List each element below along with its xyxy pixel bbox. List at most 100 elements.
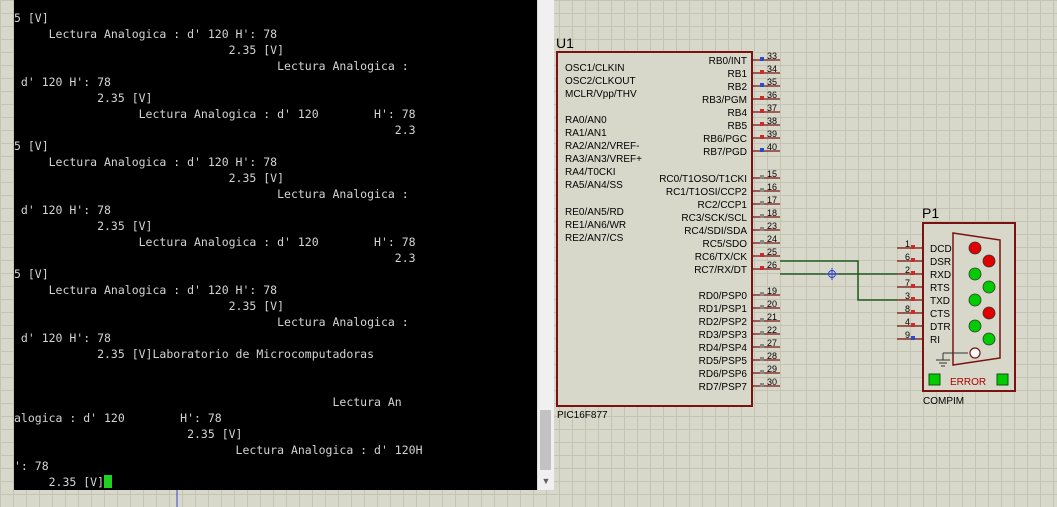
signal-led bbox=[982, 254, 996, 268]
u1-pin-number: 28 bbox=[767, 351, 777, 361]
pin-state-indicator bbox=[911, 258, 915, 262]
terminal-line: 2.35 [V] bbox=[14, 43, 285, 57]
u1-right-pin-label: RD6/PSP6 bbox=[699, 369, 748, 380]
terminal-scrollbar[interactable]: ▼ bbox=[537, 0, 554, 490]
u1-left-pin-label: RA4/T0CKI bbox=[565, 167, 616, 178]
u1-right-pin-label: RD2/PSP2 bbox=[699, 317, 748, 328]
u1-pin-number: 23 bbox=[767, 221, 777, 231]
u1-right-pin-label: RD7/PSP7 bbox=[699, 382, 748, 393]
p1-pin-label: RXD bbox=[930, 270, 951, 281]
pin-state-indicator bbox=[760, 109, 764, 113]
u1-reference: U1 bbox=[556, 35, 574, 51]
u1-pin-number: 38 bbox=[767, 116, 777, 126]
virtual-terminal-window[interactable]: 5 [V] Lectura Analogica : d' 120 H': 78 … bbox=[14, 0, 554, 490]
u1-right-pin-label: RC3/SCK/SCL bbox=[681, 213, 747, 224]
signal-led bbox=[968, 241, 982, 255]
u1-right-pin-label: RB3/PGM bbox=[702, 95, 747, 106]
p1-pin-number: 7 bbox=[905, 278, 910, 288]
pin-state-indicator bbox=[760, 201, 764, 205]
pin-state-indicator bbox=[911, 284, 915, 288]
pin-state-indicator bbox=[911, 245, 915, 249]
u1-pin-number: 37 bbox=[767, 103, 777, 113]
p1-pin-number: 8 bbox=[905, 304, 910, 314]
signal-led bbox=[982, 280, 996, 294]
pin-state-indicator bbox=[760, 214, 764, 218]
u1-pin-number: 19 bbox=[767, 286, 777, 296]
pin-state-indicator bbox=[760, 266, 764, 270]
pin-state-indicator bbox=[760, 135, 764, 139]
p1-error-label: ERROR bbox=[950, 377, 986, 388]
pin-state-indicator bbox=[760, 57, 764, 61]
terminal-line: 5 [V] bbox=[14, 267, 49, 281]
u1-left-pin-label: OSC2/CLKOUT bbox=[565, 76, 636, 87]
p1-pin-label: RI bbox=[930, 335, 940, 346]
u1-pin-number: 15 bbox=[767, 169, 777, 179]
terminal-line: Lectura Analogica : bbox=[14, 59, 409, 73]
pin-state-indicator bbox=[760, 344, 764, 348]
pin-state-indicator bbox=[760, 148, 764, 152]
u1-pin-number: 20 bbox=[767, 299, 777, 309]
u1-right-pin-label: RC7/RX/DT bbox=[694, 265, 747, 276]
signal-led bbox=[968, 293, 982, 307]
u1-pin-number: 18 bbox=[767, 208, 777, 218]
u1-left-pin-label: RA2/AN2/VREF- bbox=[565, 141, 639, 152]
terminal-line: Lectura An bbox=[14, 395, 402, 409]
wire-tx-to-txd[interactable] bbox=[780, 260, 897, 301]
u1-left-pin-label: RA1/AN1 bbox=[565, 128, 607, 139]
status-led-right bbox=[996, 373, 1009, 386]
u1-pin-number: 30 bbox=[767, 377, 777, 387]
pin-state-indicator bbox=[760, 188, 764, 192]
pin-state-indicator bbox=[760, 83, 764, 87]
pin-state-indicator bbox=[760, 331, 764, 335]
pin-state-indicator bbox=[760, 227, 764, 231]
u1-right-pin-label: RC2/CCP1 bbox=[698, 200, 748, 211]
pin-state-indicator bbox=[911, 336, 915, 340]
u1-right-pin-label: RD3/PSP3 bbox=[699, 330, 748, 341]
terminal-line: d' 120 H': 78 bbox=[14, 331, 111, 345]
terminal-line: d' 120 H': 78 bbox=[14, 203, 111, 217]
pin-state-indicator bbox=[911, 310, 915, 314]
p1-pin-label: TXD bbox=[930, 296, 950, 307]
terminal-line: Lectura Analogica : d' 120 H': 78 bbox=[14, 283, 278, 297]
u1-left-pin-label: MCLR/Vpp/THV bbox=[565, 89, 637, 100]
p1-pin-label: CTS bbox=[930, 309, 950, 320]
scroll-down-arrow-icon[interactable]: ▼ bbox=[538, 472, 554, 490]
u1-part-name: PIC16F877 bbox=[557, 410, 608, 421]
u1-right-pin-label: RB5 bbox=[728, 121, 748, 132]
p1-pin-label: DSR bbox=[930, 257, 951, 268]
u1-pin-number: 35 bbox=[767, 77, 777, 87]
terminal-line: Lectura Analogica : bbox=[14, 315, 409, 329]
pin-state-indicator bbox=[760, 318, 764, 322]
u1-pin-number: 27 bbox=[767, 338, 777, 348]
terminal-line: Lectura Analogica : d' 120H bbox=[14, 443, 423, 457]
p1-pin-number: 3 bbox=[905, 291, 910, 301]
u1-right-pin-label: RD4/PSP4 bbox=[699, 343, 748, 354]
terminal-output[interactable]: 5 [V] Lectura Analogica : d' 120 H': 78 … bbox=[14, 0, 537, 490]
signal-led bbox=[968, 319, 982, 333]
terminal-line: Lectura Analogica : d' 120 H': 78 bbox=[14, 235, 416, 249]
u1-pin-number: 25 bbox=[767, 247, 777, 257]
terminal-line: ': 78 bbox=[14, 459, 49, 473]
u1-pin-number: 29 bbox=[767, 364, 777, 374]
p1-pin-number: 4 bbox=[905, 317, 910, 327]
scrollbar-thumb[interactable] bbox=[540, 410, 551, 470]
terminal-line: 2.35 [V] bbox=[14, 299, 285, 313]
u1-pin-number: 21 bbox=[767, 312, 777, 322]
terminal-line: 2.3 bbox=[14, 251, 416, 265]
p1-part-name: COMPIM bbox=[923, 396, 964, 407]
u1-pin-number: 33 bbox=[767, 51, 777, 61]
p1-pin-number: 6 bbox=[905, 252, 910, 262]
u1-right-pin-label: RC4/SDI/SDA bbox=[684, 226, 747, 237]
u1-right-pin-label: RC0/T1OSO/T1CKI bbox=[659, 174, 747, 185]
u1-right-pin-label: RB6/PGC bbox=[703, 134, 747, 145]
p1-pin-number: 9 bbox=[905, 330, 910, 340]
signal-led bbox=[982, 332, 996, 346]
u1-pin-number: 26 bbox=[767, 260, 777, 270]
pin-state-indicator bbox=[760, 122, 764, 126]
terminal-line: 5 [V] bbox=[14, 139, 49, 153]
u1-right-pin-label: RB0/INT bbox=[709, 56, 747, 67]
u1-right-pin-label: RC6/TX/CK bbox=[695, 252, 748, 263]
pin-state-indicator bbox=[760, 383, 764, 387]
pin-state-indicator bbox=[760, 357, 764, 361]
u1-right-pin-label: RC1/T1OSI/CCP2 bbox=[666, 187, 748, 198]
